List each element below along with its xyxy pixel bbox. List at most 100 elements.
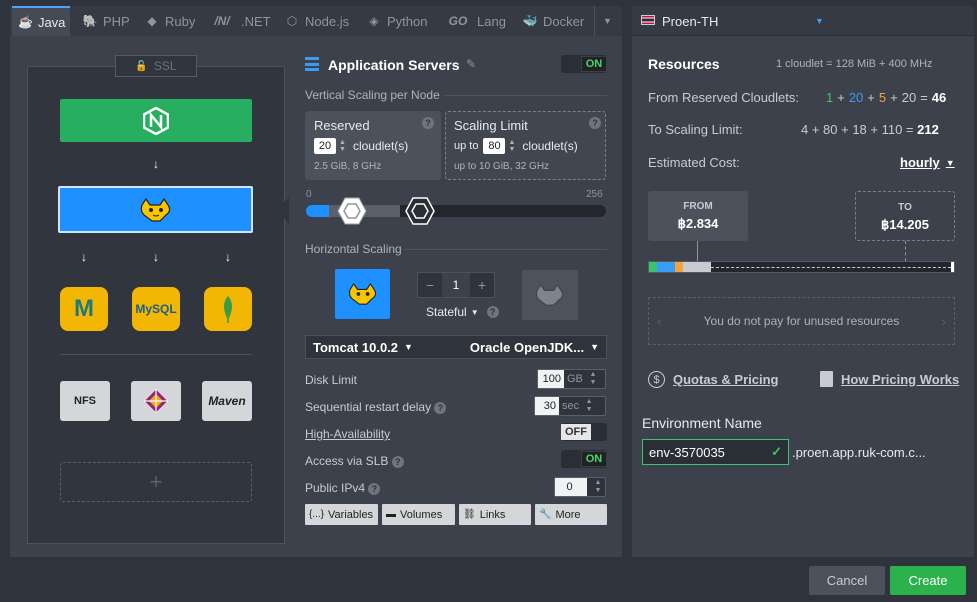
- high-availability-toggle[interactable]: OFF: [561, 423, 607, 441]
- tab-nodejs[interactable]: ⬡ Node.js: [284, 6, 349, 36]
- section-title: Application Servers: [328, 57, 460, 73]
- stateful-dropdown[interactable]: Stateful ▼ ?: [426, 305, 499, 319]
- high-availability-link[interactable]: High-Availability: [305, 427, 390, 441]
- jdk-version-select[interactable]: Oracle OpenJDK... ▼: [470, 340, 599, 355]
- reserved-slider-handle[interactable]: [337, 197, 368, 225]
- cancel-button[interactable]: Cancel: [809, 566, 885, 595]
- tomcat-version-select[interactable]: Tomcat 10.0.2 ▼: [313, 340, 413, 355]
- help-icon[interactable]: ?: [368, 482, 381, 495]
- divider: [60, 354, 252, 355]
- ipv4-count-input[interactable]: 0 ▲ ▼: [554, 477, 606, 497]
- reserved-cloudlets-box: Reserved ? 20 ▲ ▼ cloudlet(s) 2.5 GiB, 8 …: [305, 111, 441, 180]
- down-arrow-icon: ↓: [153, 250, 159, 264]
- reserved-cloudlets-input[interactable]: 20: [314, 138, 336, 154]
- help-icon[interactable]: ?: [422, 117, 434, 129]
- links-button[interactable]: ⛓ Links: [459, 504, 531, 525]
- stepper-arrows-icon[interactable]: ▲ ▼: [586, 370, 600, 388]
- tab-java[interactable]: ☕ Java: [12, 6, 70, 36]
- nginx-balancer-node[interactable]: [60, 99, 252, 142]
- mariadb-node[interactable]: M: [60, 287, 108, 331]
- cost-from-value: ฿2.834: [677, 216, 719, 231]
- maven-build-node[interactable]: Maven: [202, 381, 252, 421]
- estimated-cost-label: Estimated Cost:: [648, 155, 740, 170]
- chevron-down-icon: ▼: [603, 16, 612, 26]
- tomcat-app-server-node[interactable]: [58, 186, 253, 233]
- tab-go-lang[interactable]: GO Lang: [444, 6, 506, 36]
- slb-row: Access via SLB ?: [305, 454, 404, 468]
- stepper-arrows-icon[interactable]: ▲ ▼: [591, 478, 605, 496]
- check-icon: ✓: [771, 444, 782, 459]
- slb-toggle[interactable]: ON: [561, 450, 607, 468]
- more-button[interactable]: 🔧 More: [535, 504, 607, 525]
- cost-range-bar: [648, 261, 955, 273]
- slider-min-label: 0: [306, 189, 312, 200]
- tab-python[interactable]: ◈ Python: [366, 6, 427, 36]
- tomcat-icon: [140, 197, 170, 222]
- quotas-pricing-link[interactable]: $ Quotas & Pricing: [648, 371, 778, 388]
- mysql-node[interactable]: MySQL: [132, 287, 180, 331]
- tab-dotnet[interactable]: /N/.NET: [208, 6, 270, 36]
- vertical-scaling-title: Vertical Scaling per Node: [305, 88, 440, 102]
- edit-pencil-icon[interactable]: ✎: [466, 57, 476, 71]
- tab-php[interactable]: 🐘 PHP: [82, 6, 130, 36]
- chevron-right-icon[interactable]: ›: [942, 314, 946, 329]
- help-icon[interactable]: ?: [486, 306, 499, 318]
- nodejs-icon: ⬡: [286, 14, 298, 28]
- stepper-arrows-icon[interactable]: ▲ ▼: [339, 139, 346, 153]
- disk-limit-input[interactable]: 100 GB ▲ ▼: [537, 369, 606, 389]
- limit-slider-handle[interactable]: [404, 197, 435, 225]
- cost-from-box: FROM ฿2.834: [648, 191, 748, 241]
- tabs-more-dropdown[interactable]: ▼: [594, 6, 620, 36]
- ssl-toggle[interactable]: 🔓 SSL: [115, 55, 197, 77]
- folder-icon: ▬: [386, 509, 396, 520]
- down-arrow-icon: ↓: [81, 250, 87, 264]
- resources-title: Resources: [648, 56, 720, 72]
- region-selector[interactable]: Proen-TH ▼: [632, 6, 974, 36]
- server-version-row: Tomcat 10.0.2 ▼ Oracle OpenJDK... ▼: [305, 335, 607, 359]
- app-servers-toggle[interactable]: ON: [561, 55, 607, 73]
- help-icon[interactable]: ?: [391, 455, 404, 468]
- cost-period-dropdown[interactable]: hourly ▼: [900, 155, 955, 170]
- engine-tab-bar: ☕ Java 🐘 PHP ◆ Ruby /N/.NET ⬡ Node.js ◈ Pyth…: [10, 6, 622, 36]
- mongodb-node[interactable]: [204, 287, 252, 331]
- stepper-arrows-icon[interactable]: ▲ ▼: [508, 139, 515, 153]
- tomcat-node-disabled[interactable]: [522, 270, 578, 320]
- stepper-arrows-icon[interactable]: ▲ ▼: [582, 397, 596, 415]
- document-icon: [820, 371, 833, 387]
- minus-icon[interactable]: −: [418, 277, 442, 293]
- plus-icon[interactable]: +: [470, 277, 494, 293]
- chevron-left-icon[interactable]: ‹: [657, 314, 661, 329]
- centos-icon: [144, 389, 168, 413]
- connector: [697, 241, 698, 261]
- tomcat-node-icon[interactable]: [335, 269, 390, 319]
- resources-panel: [632, 6, 974, 557]
- environment-domain: .proen.app.ruk-com.c...: [792, 445, 926, 460]
- nfs-storage-node[interactable]: NFS: [60, 381, 110, 421]
- scaling-limit-box: Scaling Limit ? up to 80 ▲ ▼ cloudlet(s) …: [445, 111, 606, 180]
- node-count-value[interactable]: 1: [442, 273, 470, 297]
- variables-button[interactable]: {...} Variables: [305, 504, 378, 525]
- go-icon: GO: [448, 14, 468, 28]
- lock-icon: 🔓: [135, 60, 148, 72]
- help-icon[interactable]: ?: [434, 401, 447, 414]
- restart-delay-input[interactable]: 30 sec ▲ ▼: [534, 396, 606, 416]
- volumes-button[interactable]: ▬ Volumes: [382, 504, 455, 525]
- chevron-down-icon: ▼: [945, 157, 955, 168]
- divider: [404, 249, 607, 250]
- chevron-down-icon: ▼: [815, 16, 824, 26]
- create-button[interactable]: Create: [890, 566, 966, 595]
- wrench-icon: 🔧: [539, 509, 552, 520]
- how-pricing-works-link[interactable]: How Pricing Works: [820, 371, 959, 387]
- environment-name-input[interactable]: env-3570035 ✓: [642, 439, 789, 465]
- help-icon[interactable]: ?: [589, 117, 601, 129]
- braces-icon: {...}: [309, 509, 325, 520]
- list-icon: [305, 57, 319, 71]
- unused-resources-note: ‹ You do not pay for unused resources ›: [648, 297, 955, 345]
- scaling-limit-input[interactable]: 80: [483, 138, 506, 154]
- tab-docker[interactable]: 🐳 Docker: [522, 6, 585, 36]
- docker-icon: 🐳: [522, 14, 538, 28]
- add-node-button[interactable]: +: [60, 462, 252, 502]
- node-count-stepper[interactable]: − 1 +: [417, 272, 495, 298]
- tab-ruby[interactable]: ◆ Ruby: [144, 6, 195, 36]
- centos-vps-node[interactable]: [131, 381, 181, 421]
